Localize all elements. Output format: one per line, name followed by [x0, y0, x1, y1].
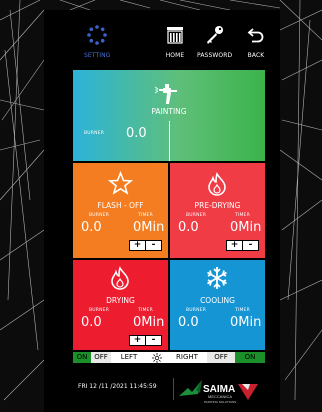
painting-burner-label: BURNER — [84, 131, 105, 136]
painting-name: PAINTING — [151, 107, 187, 116]
flash-off-tile[interactable]: FLASH - OFF BURNER TIMER 0.0 0Min + - — [73, 163, 168, 258]
flash-off-name: FLASH - OFF — [97, 201, 144, 210]
pre-drying-timer-label: TIMER — [235, 213, 250, 218]
flash-off-timer-value: 0Min — [133, 220, 165, 235]
pre-drying-name: PRE-DRYING — [194, 201, 241, 210]
left-light-off-button[interactable]: OFF — [91, 352, 111, 363]
flash-off-burner-value: 0.0 — [81, 220, 102, 235]
footer-separator — [173, 378, 174, 400]
right-light-off-button[interactable]: OFF — [207, 352, 235, 363]
left-side-label: LEFT — [111, 352, 147, 363]
pre-drying-timer-value: 0Min — [230, 220, 262, 235]
date-time: FRI 12 /11 /2021 11:45:59 — [78, 383, 157, 390]
drying-minus-button[interactable]: - — [145, 336, 161, 345]
cooling-timer-label: TIMER — [235, 308, 250, 313]
settings-spinner-icon — [84, 22, 110, 48]
painting-tile[interactable]: PAINTING BURNER 0.0 — [73, 70, 265, 161]
password-button[interactable]: PASSWORD — [197, 22, 232, 68]
flash-off-plus-button[interactable]: + — [130, 241, 145, 250]
light-control-bar: ON OFF LEFT RIGHT OFF ON — [73, 352, 265, 363]
star-icon — [107, 170, 134, 199]
back-label: BACK — [247, 52, 265, 59]
drying-timer-label: TIMER — [138, 308, 153, 313]
flash-off-burner-label: BURNER — [89, 213, 110, 218]
cooling-burner-value: 0.0 — [178, 315, 199, 330]
cooling-name: COOLING — [200, 296, 235, 305]
drying-timer-stepper: + - — [129, 335, 162, 346]
cooling-burner-label: BURNER — [186, 308, 207, 313]
password-label: PASSWORD — [197, 52, 233, 59]
flash-off-timer-label: TIMER — [138, 213, 153, 218]
back-button[interactable]: BACK — [243, 22, 269, 68]
pre-drying-burner-label: BURNER — [186, 213, 207, 218]
key-icon — [202, 22, 228, 48]
drying-tile[interactable]: DRYING BURNER TIMER 0.0 0Min + - — [73, 260, 168, 350]
drying-plus-button[interactable]: + — [130, 336, 145, 345]
logo-sub2: PAINTING SOLUTIONS — [204, 400, 236, 404]
drying-name: DRYING — [106, 296, 135, 305]
snowflake-icon — [205, 266, 229, 294]
flame-icon — [206, 172, 228, 200]
back-arrow-icon — [243, 22, 269, 48]
pre-drying-tile[interactable]: PRE-DRYING BURNER TIMER 0.0 0Min + - — [170, 163, 265, 258]
pre-drying-minus-button[interactable]: - — [242, 241, 258, 250]
cooling-tile[interactable]: COOLING BURNER TIMER 0.0 0Min — [170, 260, 265, 350]
logo-sub1: MECCANICA — [208, 394, 232, 399]
home-building-icon — [162, 22, 188, 48]
left-light-on-button[interactable]: ON — [73, 352, 91, 363]
painting-burner-value: 0.0 — [126, 126, 147, 141]
pre-drying-burner-value: 0.0 — [178, 220, 199, 235]
home-label: HOME — [165, 52, 185, 59]
pre-drying-timer-stepper: + - — [226, 240, 259, 251]
flash-off-minus-button[interactable]: - — [145, 241, 161, 250]
painting-divider — [169, 121, 170, 161]
flash-off-timer-stepper: + - — [129, 240, 162, 251]
drying-burner-value: 0.0 — [81, 315, 102, 330]
right-side-label: RIGHT — [167, 352, 207, 363]
setting-label: SETTING — [84, 52, 111, 59]
sun-light-icon — [147, 352, 167, 363]
pre-drying-plus-button[interactable]: + — [227, 241, 242, 250]
saima-logo: SAIMA MECCANICA PAINTING SOLUTIONS — [178, 376, 260, 410]
drying-timer-value: 0Min — [133, 315, 165, 330]
cooling-timer-value: 0Min — [230, 315, 262, 330]
right-light-on-button[interactable]: ON — [235, 352, 265, 363]
drying-burner-label: BURNER — [89, 308, 110, 313]
home-button[interactable]: HOME — [162, 22, 188, 68]
flame-icon — [109, 266, 131, 294]
setting-button[interactable]: SETTING — [84, 22, 110, 68]
